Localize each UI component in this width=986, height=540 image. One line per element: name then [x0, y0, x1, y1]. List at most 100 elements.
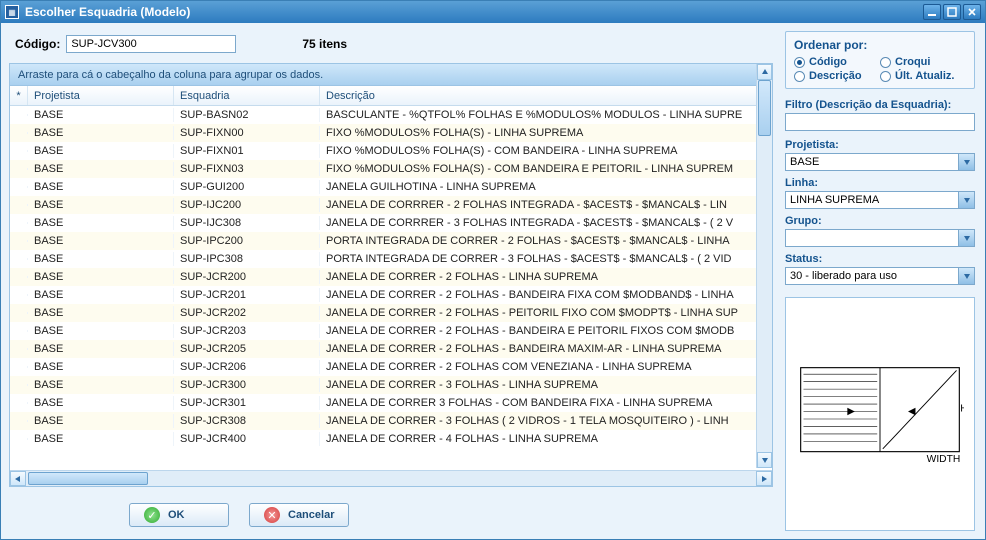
maximize-button[interactable]: [943, 4, 961, 20]
radio-codigo-label: Código: [809, 56, 847, 68]
cell-projetista: BASE: [28, 162, 174, 176]
radio-dot-icon: [880, 57, 891, 68]
table-row[interactable]: BASESUP-BASN02BASCULANTE - %QTFOL% FOLHA…: [10, 106, 772, 124]
linha-input[interactable]: [785, 191, 975, 209]
cell-descricao: JANELA DE CORRER - 2 FOLHAS - BANDEIRA F…: [320, 288, 772, 302]
horizontal-scrollbar[interactable]: [10, 470, 772, 486]
scroll-left-button[interactable]: [10, 471, 26, 486]
column-header-descricao[interactable]: Descrição: [320, 86, 772, 105]
vscroll-thumb[interactable]: [758, 80, 771, 136]
cell-esquadria: SUP-IJC308: [174, 216, 320, 230]
table-row[interactable]: BASESUP-IJC200JANELA DE CORRRER - 2 FOLH…: [10, 196, 772, 214]
linha-combo[interactable]: [785, 191, 975, 209]
filters-panel: Filtro (Descrição da Esquadria): Projeti…: [785, 97, 975, 285]
cell-descricao: JANELA DE CORRER - 4 FOLHAS - LINHA SUPR…: [320, 432, 772, 446]
scroll-down-button[interactable]: [757, 452, 772, 468]
hscroll-track[interactable]: [26, 471, 756, 486]
column-header-projetista[interactable]: Projetista: [28, 86, 174, 105]
cell-descricao: BASCULANTE - %QTFOL% FOLHAS E %MODULOS% …: [320, 108, 772, 122]
linha-label: Linha:: [785, 177, 975, 189]
table-row[interactable]: BASESUP-JCR200JANELA DE CORRER - 2 FOLHA…: [10, 268, 772, 286]
group-by-hint[interactable]: Arraste para cá o cabeçalho da coluna pa…: [10, 64, 772, 86]
cell-projetista: BASE: [28, 288, 174, 302]
table-row[interactable]: BASESUP-IJC308JANELA DE CORRRER - 3 FOLH…: [10, 214, 772, 232]
cell-projetista: BASE: [28, 216, 174, 230]
table-row[interactable]: BASESUP-FIXN03FIXO %MODULOS% FOLHA(S) - …: [10, 160, 772, 178]
row-star: [10, 330, 28, 332]
cell-descricao: JANELA DE CORRRER - 2 FOLHAS INTEGRADA -…: [320, 198, 772, 212]
table-row[interactable]: BASESUP-IPC200PORTA INTEGRADA DE CORRER …: [10, 232, 772, 250]
grupo-combo[interactable]: [785, 229, 975, 247]
codigo-input[interactable]: [66, 35, 236, 53]
cell-descricao: FIXO %MODULOS% FOLHA(S) - COM BANDEIRA E…: [320, 162, 772, 176]
minimize-button[interactable]: [923, 4, 941, 20]
close-button[interactable]: [963, 4, 981, 20]
cancel-button[interactable]: ✕ Cancelar: [249, 503, 349, 527]
chevron-down-icon[interactable]: [958, 154, 974, 170]
status-combo[interactable]: [785, 267, 975, 285]
radio-ult-atualiz[interactable]: Últ. Atualiz.: [880, 70, 966, 82]
column-header-star[interactable]: *: [10, 86, 28, 105]
table-row[interactable]: BASESUP-IPC308PORTA INTEGRADA DE CORRER …: [10, 250, 772, 268]
cell-projetista: BASE: [28, 414, 174, 428]
cell-esquadria: SUP-JCR301: [174, 396, 320, 410]
table-row[interactable]: BASESUP-JCR203JANELA DE CORRER - 2 FOLHA…: [10, 322, 772, 340]
cell-descricao: JANELA DE CORRER - 2 FOLHAS COM VENEZIAN…: [320, 360, 772, 374]
cell-descricao: FIXO %MODULOS% FOLHA(S) - COM BANDEIRA -…: [320, 144, 772, 158]
cell-projetista: BASE: [28, 144, 174, 158]
row-star: [10, 150, 28, 152]
chevron-down-icon[interactable]: [958, 268, 974, 284]
cell-projetista: BASE: [28, 306, 174, 320]
cell-descricao: JANELA DE CORRER - 2 FOLHAS - PEITORIL F…: [320, 306, 772, 320]
column-header-esquadria[interactable]: Esquadria: [174, 86, 320, 105]
vertical-scrollbar[interactable]: [756, 64, 772, 468]
table-row[interactable]: BASESUP-JCR205JANELA DE CORRER - 2 FOLHA…: [10, 340, 772, 358]
grupo-input[interactable]: [785, 229, 975, 247]
ok-button[interactable]: ✓ OK: [129, 503, 229, 527]
table-row[interactable]: BASESUP-JCR308JANELA DE CORRER - 3 FOLHA…: [10, 412, 772, 430]
table-row[interactable]: BASESUP-JCR300JANELA DE CORRER - 3 FOLHA…: [10, 376, 772, 394]
radio-croqui[interactable]: Croqui: [880, 56, 966, 68]
table-row[interactable]: BASESUP-FIXN01FIXO %MODULOS% FOLHA(S) - …: [10, 142, 772, 160]
radio-dot-icon: [880, 71, 891, 82]
cell-esquadria: SUP-JCR205: [174, 342, 320, 356]
row-star: [10, 294, 28, 296]
table-row[interactable]: BASESUP-JCR301JANELA DE CORRER 3 FOLHAS …: [10, 394, 772, 412]
projetista-input[interactable]: [785, 153, 975, 171]
status-input[interactable]: [785, 267, 975, 285]
chevron-down-icon[interactable]: [958, 230, 974, 246]
table-row[interactable]: BASESUP-JCR202JANELA DE CORRER - 2 FOLHA…: [10, 304, 772, 322]
hscroll-thumb[interactable]: [28, 472, 148, 485]
cell-esquadria: SUP-JCR308: [174, 414, 320, 428]
cell-projetista: BASE: [28, 180, 174, 194]
table-row[interactable]: BASESUP-JCR201JANELA DE CORRER - 2 FOLHA…: [10, 286, 772, 304]
cell-descricao: JANELA DE CORRER - 2 FOLHAS - BANDEIRA E…: [320, 324, 772, 338]
scroll-up-button[interactable]: [757, 64, 772, 80]
row-star: [10, 438, 28, 440]
cell-esquadria: SUP-JCR202: [174, 306, 320, 320]
radio-descricao[interactable]: Descrição: [794, 70, 880, 82]
sort-title: Ordenar por:: [794, 38, 966, 52]
scroll-right-button[interactable]: [756, 471, 772, 486]
radio-codigo[interactable]: Código: [794, 56, 880, 68]
cell-esquadria: SUP-IJC200: [174, 198, 320, 212]
radio-croqui-label: Croqui: [895, 56, 930, 68]
cell-descricao: JANELA DE CORRER - 3 FOLHAS ( 2 VIDROS -…: [320, 414, 772, 428]
table-row[interactable]: BASESUP-JCR206JANELA DE CORRER - 2 FOLHA…: [10, 358, 772, 376]
vscroll-track[interactable]: [757, 80, 772, 452]
cell-esquadria: SUP-JCR201: [174, 288, 320, 302]
projetista-combo[interactable]: [785, 153, 975, 171]
cell-projetista: BASE: [28, 324, 174, 338]
row-star: [10, 366, 28, 368]
dialog-window: ▦ Escolher Esquadria (Modelo) Código: 75…: [0, 0, 986, 540]
table-row[interactable]: BASESUP-GUI200JANELA GUILHOTINA - LINHA …: [10, 178, 772, 196]
cell-descricao: JANELA DE CORRER - 2 FOLHAS - BANDEIRA M…: [320, 342, 772, 356]
chevron-down-icon[interactable]: [958, 192, 974, 208]
filtro-input[interactable]: [785, 113, 975, 131]
cell-descricao: JANELA DE CORRER - 3 FOLHAS - LINHA SUPR…: [320, 378, 772, 392]
row-star: [10, 420, 28, 422]
column-header-row: * Projetista Esquadria Descrição: [10, 86, 772, 106]
table-row[interactable]: BASESUP-JCR400JANELA DE CORRER - 4 FOLHA…: [10, 430, 772, 448]
cell-projetista: BASE: [28, 252, 174, 266]
table-row[interactable]: BASESUP-FIXN00FIXO %MODULOS% FOLHA(S) - …: [10, 124, 772, 142]
